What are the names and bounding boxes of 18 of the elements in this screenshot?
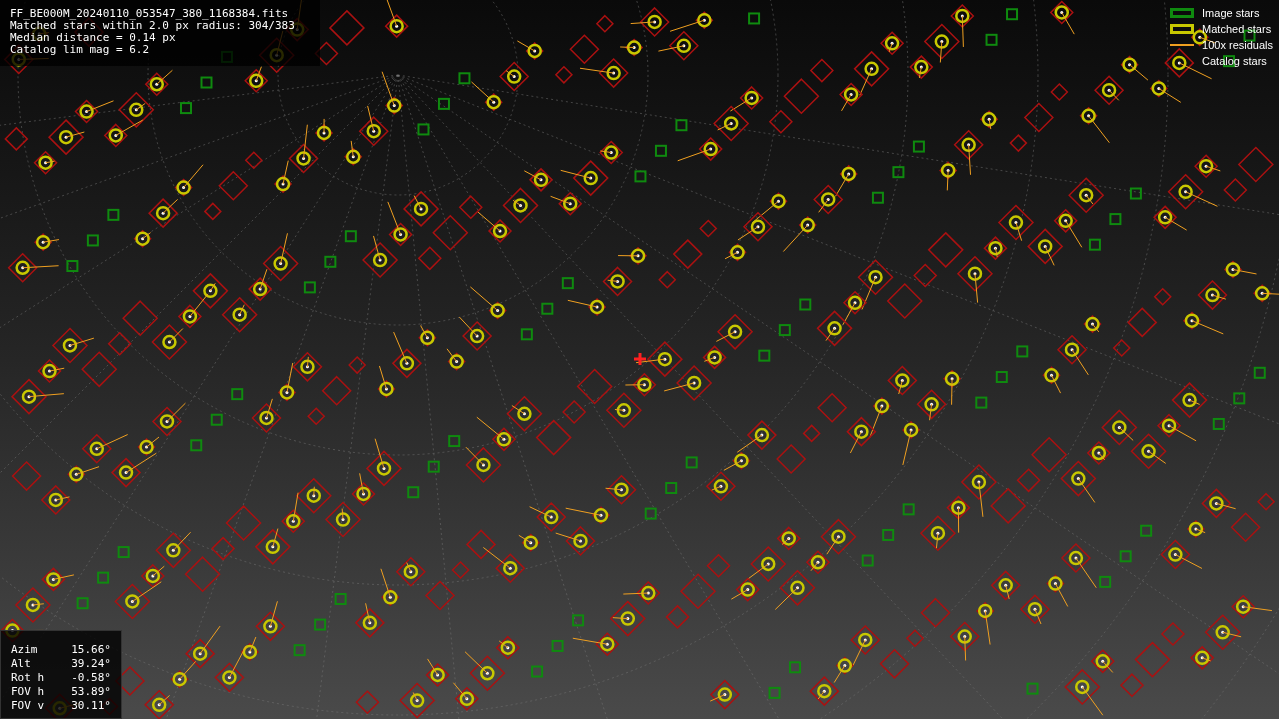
info-text: Matched stars within 2.0 px radius: 304/383	[10, 20, 296, 32]
legend-label: Matched stars	[1202, 21, 1272, 37]
readout-value: -0.58°	[70, 671, 111, 685]
readout-label: Azim	[11, 643, 39, 657]
readout-value: 15.66°	[70, 643, 111, 657]
readout-value: 53.89°	[70, 685, 111, 699]
info-text: FF_BE000M_20240110_053547_380_1168384.fits	[10, 8, 290, 20]
legend-label: Catalog stars	[1202, 53, 1267, 69]
readout-value: 39.24°	[70, 657, 111, 671]
legend-label: Image stars	[1202, 5, 1260, 21]
info-text: Catalog lim mag = 6.2	[10, 44, 151, 56]
legend-label: 100x residuals	[1202, 37, 1273, 53]
readout-label: FOV v	[11, 699, 46, 713]
readout-label: FOV h	[11, 685, 46, 699]
info-text: Median distance = 0.14 px	[10, 32, 177, 44]
readout-label: Rot h	[11, 671, 46, 685]
readout-value: 30.11°	[70, 699, 111, 713]
readout-label: Alt	[11, 657, 32, 671]
